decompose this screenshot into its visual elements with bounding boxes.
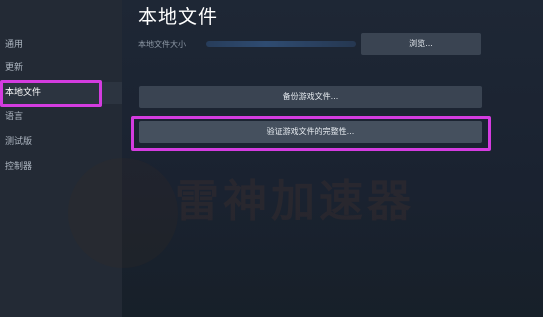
- page-title: 本地文件: [138, 6, 219, 28]
- local-files-size-value-blurred: [206, 41, 356, 47]
- sidebar-item-language[interactable]: 语言: [0, 106, 122, 128]
- local-files-highlight: [0, 80, 102, 107]
- watermark-logo: [68, 158, 178, 268]
- backup-game-files-button[interactable]: 备份游戏文件...: [139, 86, 482, 108]
- settings-sidebar: 通用 更新 本地文件 语言 测试版 控制器: [0, 0, 122, 317]
- verify-button-highlight: [131, 116, 491, 151]
- sidebar-item-general[interactable]: 通用: [0, 34, 122, 56]
- local-files-size-label: 本地文件大小: [138, 40, 186, 49]
- sidebar-item-betas[interactable]: 测试版: [0, 131, 122, 153]
- sidebar-item-updates[interactable]: 更新: [0, 57, 122, 79]
- browse-button[interactable]: 浏览...: [361, 33, 481, 55]
- watermark-text: 雷神加速器: [175, 176, 415, 227]
